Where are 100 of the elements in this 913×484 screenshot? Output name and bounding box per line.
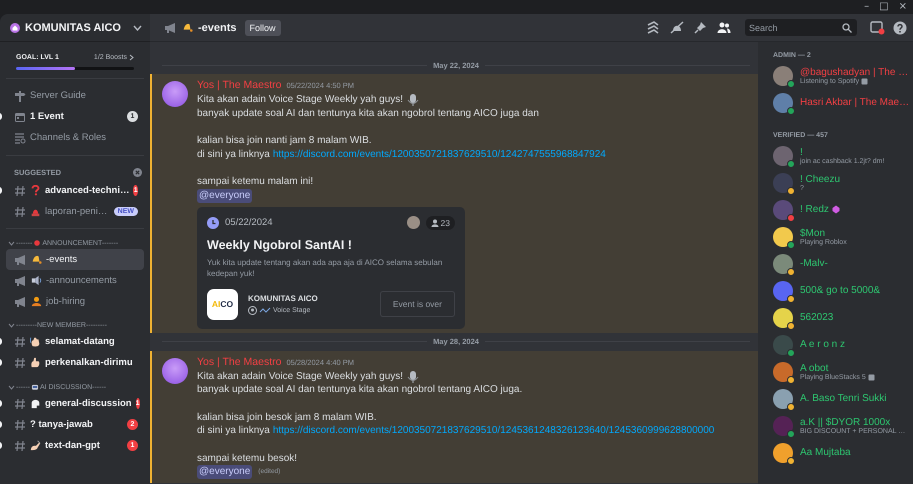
person-icon (430, 218, 439, 227)
window-control-button[interactable]: – (864, 1, 870, 13)
megaphone-icon (14, 254, 27, 266)
mention[interactable]: @everyone (197, 188, 252, 203)
circle-icon (33, 239, 42, 247)
calendar-icon (14, 110, 26, 122)
link[interactable]: https://discord.com/events/1200350721837629510/1245361248326123640/1245360999628800000 (272, 424, 714, 438)
member-name[interactable]: ! Redz (800, 204, 829, 215)
window-control-button[interactable]: □ (879, 1, 889, 13)
channel-item[interactable]: job-hiring (6, 291, 144, 312)
avatar[interactable] (773, 172, 793, 192)
server-logo: AICO (207, 288, 238, 320)
avatar[interactable] (773, 92, 793, 112)
event-title: Weekly Ngobrol SantAI ! (207, 238, 353, 252)
member-name[interactable]: A e r o n z (800, 339, 846, 350)
channel-item[interactable]: -announcements (6, 270, 144, 291)
member-name[interactable]: A obot (800, 362, 828, 374)
megaphone-icon (164, 22, 177, 34)
member-name[interactable]: -Malv- (800, 258, 828, 269)
search-icon[interactable] (842, 23, 852, 33)
hashtag-icon (14, 418, 26, 430)
chevron-down-icon[interactable] (133, 24, 142, 30)
signpost-icon (14, 90, 26, 102)
hand-icon (30, 357, 41, 368)
search-field[interactable]: Search (745, 19, 857, 36)
avatar (406, 216, 420, 230)
avatar[interactable] (773, 146, 793, 166)
avatar[interactable] (773, 280, 793, 300)
chevron-down-icon[interactable] (8, 240, 15, 246)
hashtag-icon (14, 336, 26, 348)
pin-icon[interactable] (694, 21, 707, 34)
avatar[interactable] (773, 362, 793, 382)
avatar[interactable] (162, 358, 188, 384)
close-icon[interactable] (133, 168, 142, 177)
threads-icon[interactable] (646, 21, 660, 34)
member-name[interactable]: a.K || $DYOR 1000x (800, 416, 890, 428)
avatar[interactable] (773, 254, 793, 274)
avatar[interactable] (773, 416, 793, 436)
server-icon (10, 22, 20, 32)
channel-item[interactable]: selamat-datang (6, 331, 144, 352)
help-icon[interactable] (893, 20, 907, 34)
member-name[interactable]: $Mon (800, 228, 826, 238)
avatar[interactable] (773, 388, 793, 408)
stage-icon (248, 306, 257, 315)
event-description: Yuk kita update tentang akan ada apa aja di AICO selama sebulan kedepan yuk! (207, 256, 444, 279)
megaphone-icon (14, 274, 27, 286)
chevron-right-icon[interactable] (129, 54, 134, 61)
message-text: Kita akan adain Voice Stage Weekly yah guys! (197, 93, 404, 107)
avatar[interactable] (162, 81, 188, 107)
robot-icon (31, 383, 39, 391)
channel-item[interactable]: -events (6, 249, 144, 270)
muted-bell-icon[interactable] (670, 21, 684, 34)
member-name[interactable]: A. Baso Tenri Sukki (800, 393, 887, 404)
member-name[interactable]: ! Cheezu (800, 174, 840, 184)
writing-hand-icon (30, 440, 41, 451)
message-text: sampai ketemu besok! (197, 452, 298, 466)
sidebar-item[interactable]: Server Guide (6, 85, 144, 106)
chevron-down-icon[interactable] (8, 384, 15, 390)
message-text: banyak update soal AI dan tentunya kita akan ngobrol tentang AICO juga. (197, 383, 522, 397)
bell-icon (182, 22, 193, 33)
bell-icon (31, 254, 42, 265)
server-name[interactable]: KOMUNITAS AICO (25, 22, 128, 34)
mention[interactable]: @everyone (197, 465, 252, 480)
message-text: di sini ya linknya (197, 424, 270, 438)
message-text: di sini ya linknya (197, 148, 270, 162)
hashtag-icon (14, 356, 26, 368)
avatar[interactable] (773, 442, 793, 462)
question-mark-icon (30, 185, 41, 196)
hashtag-icon (14, 184, 26, 196)
message-text: banyak update soal AI dan tentunya kita akan ngobrol tentang AICO juga dan (197, 106, 539, 120)
server-name: KOMUNITAS AICO (248, 294, 319, 303)
hashtag-icon (14, 206, 26, 218)
member-name[interactable]: 500& go to 5000& (800, 285, 880, 296)
sidebar-item[interactable]: Channels & Roles (6, 127, 144, 148)
window-control-button[interactable]: × (898, 1, 907, 13)
member-name[interactable]: 562023 (800, 312, 834, 323)
avatar[interactable] (773, 334, 793, 354)
avatar[interactable] (773, 308, 793, 328)
chevron-down-icon[interactable] (8, 323, 15, 328)
clock-icon (207, 216, 219, 229)
message-text: kalian bisa join nanti jam 8 malam WIB. (197, 134, 372, 148)
avatar[interactable] (773, 226, 793, 246)
person-icon (31, 296, 42, 307)
member-name[interactable]: ! (800, 146, 803, 158)
member-name[interactable]: @bagushadyan | The … (800, 66, 908, 78)
message-text: kalian bisa join besok jam 8 malam WIB. (197, 410, 377, 424)
megaphone-icon (14, 296, 27, 308)
channel-list-icon (14, 132, 26, 144)
member-name[interactable]: Aa Mujtaba (800, 447, 851, 458)
channel-item[interactable]: perkenalkan-dirimu (6, 352, 144, 373)
members-icon[interactable] (717, 21, 731, 34)
speaker-icon (31, 275, 42, 286)
inbox-icon[interactable] (870, 20, 885, 34)
waving-hand-icon (30, 336, 41, 347)
channel-title: -events (198, 22, 237, 34)
follow-button[interactable]: Follow (244, 20, 281, 36)
avatar[interactable] (773, 66, 793, 86)
member-name[interactable]: Hasri Akbar | The Mae… (800, 97, 910, 108)
hashtag-icon (14, 398, 26, 410)
link[interactable]: https://discord.com/events/1200350721837629510/1242747555968847924 (272, 148, 606, 162)
